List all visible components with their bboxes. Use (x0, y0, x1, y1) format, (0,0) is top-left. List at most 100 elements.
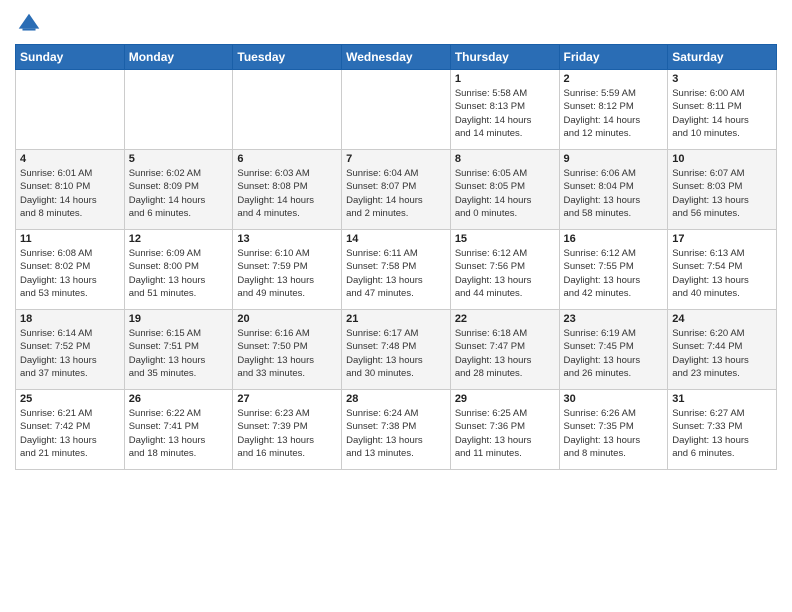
col-header-thursday: Thursday (450, 45, 559, 70)
day-number: 26 (129, 393, 229, 405)
day-cell: 6 Sunrise: 6:03 AM Sunset: 8:08 PM Daylig… (233, 150, 342, 230)
day-info: Sunrise: 6:20 AM Sunset: 7:44 PM Dayligh… (672, 327, 772, 380)
day-info: Sunrise: 6:16 AM Sunset: 7:50 PM Dayligh… (237, 327, 337, 380)
calendar-table: SundayMondayTuesdayWednesdayThursdayFrid… (15, 44, 777, 470)
day-info: Sunrise: 6:19 AM Sunset: 7:45 PM Dayligh… (564, 327, 664, 380)
day-cell: 9Sunrise: 6:06 AM Sunset: 8:04 PM Daylig… (559, 150, 668, 230)
day-cell: 14 Sunrise: 6:11 AM Sunset: 7:58 PM Dayli… (342, 230, 451, 310)
day-info: Sunrise: 6:03 AM Sunset: 8:08 PM Dayligh… (237, 167, 337, 220)
day-number: 30 (564, 393, 664, 405)
day-info: Sunrise: 6:14 AM Sunset: 7:52 PM Dayligh… (20, 327, 120, 380)
day-cell: 1 Sunrise: 5:58 AM Sunset: 8:13 PM Daylig… (450, 70, 559, 150)
day-cell: 10Sunrise: 6:07 AM Sunset: 8:03 PM Dayli… (668, 150, 777, 230)
day-number: 1 (455, 73, 555, 85)
day-number: 19 (129, 313, 229, 325)
day-number: 28 (346, 393, 446, 405)
week-row-3: 11Sunrise: 6:08 AM Sunset: 8:02 PM Dayli… (16, 230, 777, 310)
day-cell: 3 Sunrise: 6:00 AM Sunset: 8:11 PM Daylig… (668, 70, 777, 150)
day-cell: 15 Sunrise: 6:12 AM Sunset: 7:56 PM Dayli… (450, 230, 559, 310)
logo (15, 10, 47, 38)
day-number: 17 (672, 233, 772, 245)
day-number: 23 (564, 313, 664, 325)
day-number: 24 (672, 313, 772, 325)
day-info: Sunrise: 6:11 AM Sunset: 7:58 PM Dayligh… (346, 247, 446, 300)
day-cell: 11Sunrise: 6:08 AM Sunset: 8:02 PM Dayli… (16, 230, 125, 310)
day-cell: 4 Sunrise: 6:01 AM Sunset: 8:10 PM Daylig… (16, 150, 125, 230)
day-number: 2 (564, 73, 664, 85)
col-header-friday: Friday (559, 45, 668, 70)
day-info: Sunrise: 6:07 AM Sunset: 8:03 PM Dayligh… (672, 167, 772, 220)
day-info: Sunrise: 6:10 AM Sunset: 7:59 PM Dayligh… (237, 247, 337, 300)
day-info: Sunrise: 6:26 AM Sunset: 7:35 PM Dayligh… (564, 407, 664, 460)
week-row-5: 25Sunrise: 6:21 AM Sunset: 7:42 PM Dayli… (16, 390, 777, 470)
day-info: Sunrise: 6:00 AM Sunset: 8:11 PM Dayligh… (672, 87, 772, 140)
day-number: 16 (564, 233, 664, 245)
day-cell (16, 70, 125, 150)
day-cell (124, 70, 233, 150)
day-info: Sunrise: 5:59 AM Sunset: 8:12 PM Dayligh… (564, 87, 664, 140)
week-row-4: 18 Sunrise: 6:14 AM Sunset: 7:52 PM Dayli… (16, 310, 777, 390)
day-cell: 28 Sunrise: 6:24 AM Sunset: 7:38 PM Dayli… (342, 390, 451, 470)
day-number: 21 (346, 313, 446, 325)
day-number: 4 (20, 153, 120, 165)
day-number: 5 (129, 153, 229, 165)
day-cell: 18 Sunrise: 6:14 AM Sunset: 7:52 PM Dayli… (16, 310, 125, 390)
day-number: 11 (20, 233, 120, 245)
day-cell: 31Sunrise: 6:27 AM Sunset: 7:33 PM Dayli… (668, 390, 777, 470)
day-cell: 7 Sunrise: 6:04 AM Sunset: 8:07 PM Daylig… (342, 150, 451, 230)
day-cell: 22Sunrise: 6:18 AM Sunset: 7:47 PM Dayli… (450, 310, 559, 390)
day-number: 6 (237, 153, 337, 165)
day-cell: 16 Sunrise: 6:12 AM Sunset: 7:55 PM Dayli… (559, 230, 668, 310)
week-row-2: 4 Sunrise: 6:01 AM Sunset: 8:10 PM Daylig… (16, 150, 777, 230)
day-info: Sunrise: 6:04 AM Sunset: 8:07 PM Dayligh… (346, 167, 446, 220)
day-number: 31 (672, 393, 772, 405)
day-info: Sunrise: 6:12 AM Sunset: 7:55 PM Dayligh… (564, 247, 664, 300)
day-number: 15 (455, 233, 555, 245)
col-header-saturday: Saturday (668, 45, 777, 70)
day-info: Sunrise: 6:25 AM Sunset: 7:36 PM Dayligh… (455, 407, 555, 460)
logo-icon (15, 10, 43, 38)
day-number: 22 (455, 313, 555, 325)
day-number: 12 (129, 233, 229, 245)
day-cell: 21 Sunrise: 6:17 AM Sunset: 7:48 PM Dayli… (342, 310, 451, 390)
day-cell: 12 Sunrise: 6:09 AM Sunset: 8:00 PM Dayli… (124, 230, 233, 310)
day-cell: 20Sunrise: 6:16 AM Sunset: 7:50 PM Dayli… (233, 310, 342, 390)
page-header (15, 10, 777, 38)
day-info: Sunrise: 5:58 AM Sunset: 8:13 PM Dayligh… (455, 87, 555, 140)
day-info: Sunrise: 6:06 AM Sunset: 8:04 PM Dayligh… (564, 167, 664, 220)
day-number: 14 (346, 233, 446, 245)
day-cell (233, 70, 342, 150)
day-cell: 29Sunrise: 6:25 AM Sunset: 7:36 PM Dayli… (450, 390, 559, 470)
day-cell: 13 Sunrise: 6:10 AM Sunset: 7:59 PM Dayli… (233, 230, 342, 310)
day-cell: 23 Sunrise: 6:19 AM Sunset: 7:45 PM Dayli… (559, 310, 668, 390)
day-number: 27 (237, 393, 337, 405)
day-info: Sunrise: 6:02 AM Sunset: 8:09 PM Dayligh… (129, 167, 229, 220)
day-info: Sunrise: 6:01 AM Sunset: 8:10 PM Dayligh… (20, 167, 120, 220)
day-number: 3 (672, 73, 772, 85)
day-info: Sunrise: 6:09 AM Sunset: 8:00 PM Dayligh… (129, 247, 229, 300)
day-cell: 17 Sunrise: 6:13 AM Sunset: 7:54 PM Dayli… (668, 230, 777, 310)
day-info: Sunrise: 6:12 AM Sunset: 7:56 PM Dayligh… (455, 247, 555, 300)
day-cell: 5 Sunrise: 6:02 AM Sunset: 8:09 PM Daylig… (124, 150, 233, 230)
day-number: 13 (237, 233, 337, 245)
day-info: Sunrise: 6:13 AM Sunset: 7:54 PM Dayligh… (672, 247, 772, 300)
day-cell: 2 Sunrise: 5:59 AM Sunset: 8:12 PM Daylig… (559, 70, 668, 150)
day-cell (342, 70, 451, 150)
day-info: Sunrise: 6:23 AM Sunset: 7:39 PM Dayligh… (237, 407, 337, 460)
day-cell: 25Sunrise: 6:21 AM Sunset: 7:42 PM Dayli… (16, 390, 125, 470)
day-info: Sunrise: 6:24 AM Sunset: 7:38 PM Dayligh… (346, 407, 446, 460)
day-number: 25 (20, 393, 120, 405)
day-info: Sunrise: 6:15 AM Sunset: 7:51 PM Dayligh… (129, 327, 229, 380)
day-info: Sunrise: 6:22 AM Sunset: 7:41 PM Dayligh… (129, 407, 229, 460)
col-header-tuesday: Tuesday (233, 45, 342, 70)
day-cell: 30 Sunrise: 6:26 AM Sunset: 7:35 PM Dayli… (559, 390, 668, 470)
day-number: 7 (346, 153, 446, 165)
col-header-monday: Monday (124, 45, 233, 70)
day-cell: 27 Sunrise: 6:23 AM Sunset: 7:39 PM Dayli… (233, 390, 342, 470)
col-header-sunday: Sunday (16, 45, 125, 70)
day-info: Sunrise: 6:17 AM Sunset: 7:48 PM Dayligh… (346, 327, 446, 380)
day-number: 18 (20, 313, 120, 325)
day-info: Sunrise: 6:05 AM Sunset: 8:05 PM Dayligh… (455, 167, 555, 220)
week-row-1: 1 Sunrise: 5:58 AM Sunset: 8:13 PM Daylig… (16, 70, 777, 150)
day-cell: 24 Sunrise: 6:20 AM Sunset: 7:44 PM Dayli… (668, 310, 777, 390)
